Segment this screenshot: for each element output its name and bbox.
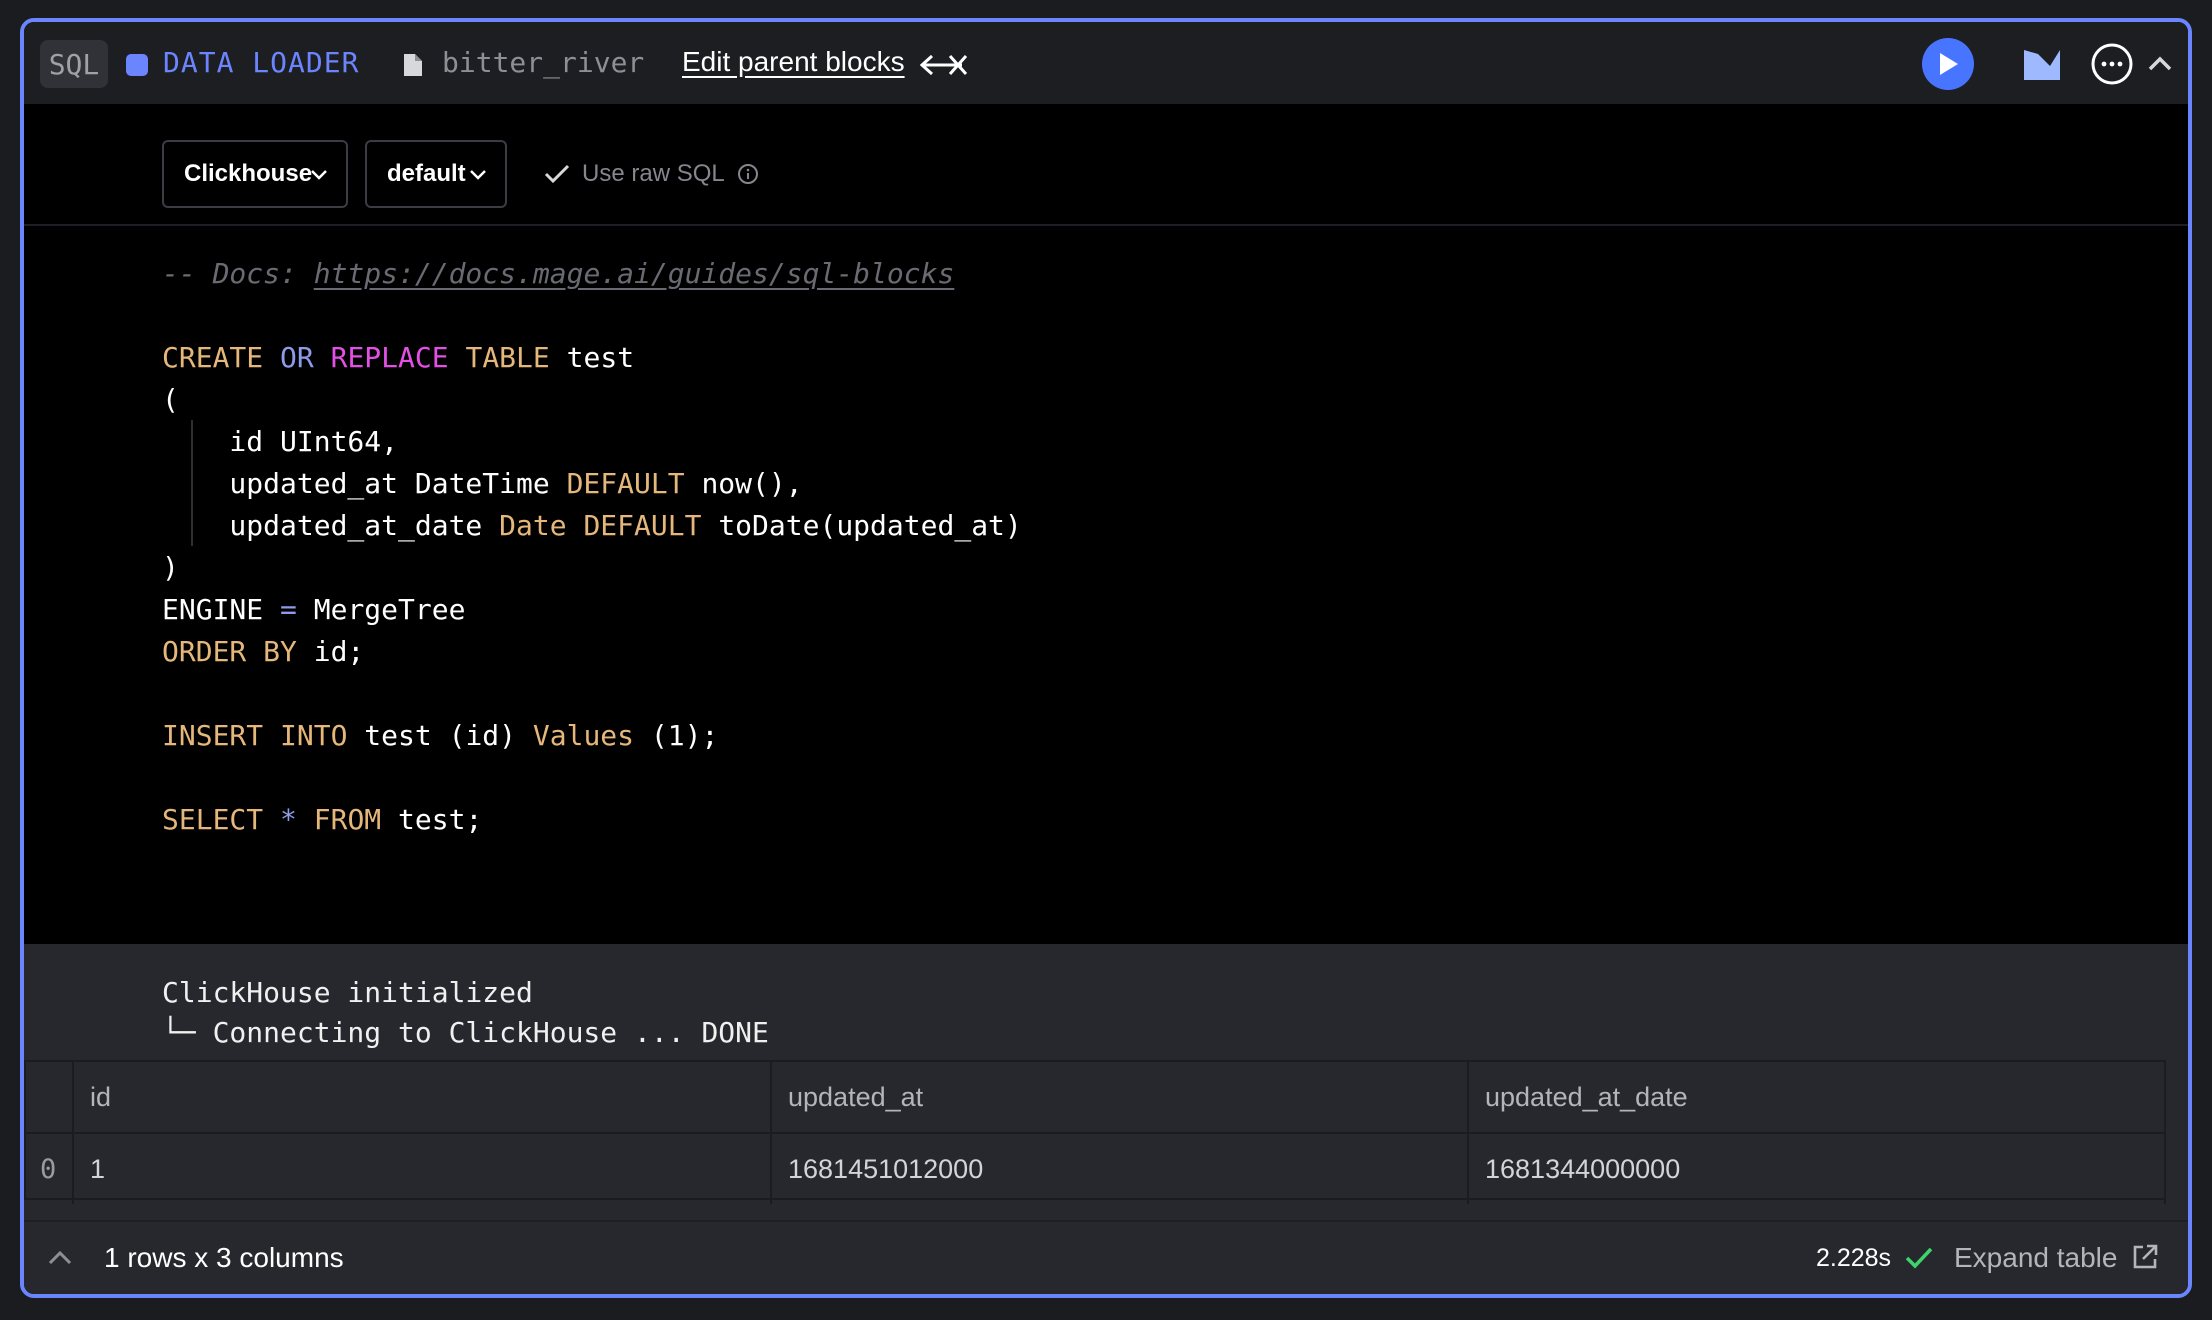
block-type-color-icon — [126, 54, 148, 76]
table-index-header — [26, 1062, 74, 1132]
table-header-cell[interactable]: id — [74, 1062, 772, 1132]
block-footer: 1 rows x 3 columns 2.228s Expand table — [24, 1220, 2188, 1294]
table-cell[interactable]: 1681344000000 — [1469, 1134, 2166, 1204]
profile-select[interactable]: default — [365, 140, 507, 208]
block-name[interactable]: bitter_river — [442, 46, 644, 79]
table-header-cell[interactable]: updated_at — [772, 1062, 1469, 1132]
code-line: ORDER BY id; — [162, 635, 365, 668]
code-line: ) — [162, 551, 179, 584]
code-line: id UInt64, — [162, 425, 399, 458]
output-table: id updated_at updated_at_date 0 1 168145… — [24, 1060, 2166, 1204]
chart-icon[interactable] — [2020, 44, 2064, 84]
chevron-up-icon[interactable] — [46, 1246, 74, 1268]
success-check-icon — [1905, 1247, 1933, 1269]
code-editor[interactable]: -- Docs: https://docs.mage.ai/guides/sql… — [24, 226, 2188, 944]
info-icon[interactable] — [737, 163, 759, 185]
data-provider-value: Clickhouse — [184, 160, 313, 187]
file-icon — [404, 54, 422, 76]
use-raw-sql-checkbox[interactable]: Use raw SQL — [544, 160, 759, 188]
chevron-up-icon[interactable] — [2144, 48, 2176, 80]
table-cell[interactable]: 1681451012000 — [772, 1134, 1469, 1204]
checkmark-icon — [544, 164, 570, 184]
code-line: ( — [162, 383, 179, 416]
table-cell[interactable]: 1 — [74, 1134, 772, 1204]
code-line-docs: -- Docs: https://docs.mage.ai/guides/sql… — [162, 257, 955, 290]
open-external-icon[interactable] — [2130, 1242, 2160, 1272]
block-settings-bar: Clickhouse default Use raw SQL — [24, 104, 2188, 226]
run-block-button[interactable] — [1922, 38, 1974, 90]
more-options-icon[interactable] — [2090, 42, 2134, 86]
indent-guide — [191, 420, 193, 546]
chevron-down-icon — [470, 170, 486, 180]
play-icon — [1940, 53, 1958, 75]
code-line: INSERT INTO test (id) Values (1); — [162, 719, 719, 752]
table-row-index: 0 — [26, 1134, 74, 1204]
expand-table-button[interactable]: Expand table — [1954, 1242, 2117, 1274]
language-badge: SQL — [40, 40, 108, 88]
code-line: updated_at DateTime DEFAULT now(), — [162, 467, 803, 500]
edit-parent-blocks-link[interactable]: Edit parent blocks — [682, 46, 905, 78]
docs-link[interactable]: https://docs.mage.ai/guides/sql-blocks — [314, 257, 955, 290]
block-type-label: DATA LOADER — [163, 46, 360, 79]
block-output: ClickHouse initialized └─ Connecting to … — [24, 944, 2188, 1244]
connect-parents-icon[interactable] — [920, 50, 972, 80]
data-provider-select[interactable]: Clickhouse — [162, 140, 348, 208]
code-line: updated_at_date Date DEFAULT toDate(upda… — [162, 509, 1022, 542]
code-line: ENGINE = MergeTree — [162, 593, 466, 626]
block-header: SQL DATA LOADER bitter_river Edit parent… — [24, 22, 2188, 104]
code-line: CREATE OR REPLACE TABLE test — [162, 341, 635, 374]
table-header-cell[interactable]: updated_at_date — [1469, 1062, 2166, 1132]
output-log-line: └─ Connecting to ClickHouse ... DONE — [162, 1016, 769, 1049]
sql-block: SQL DATA LOADER bitter_river Edit parent… — [20, 18, 2192, 1298]
chevron-down-icon — [311, 170, 327, 180]
profile-value: default — [387, 160, 466, 187]
code-line: SELECT * FROM test; — [162, 803, 483, 836]
use-raw-sql-label: Use raw SQL — [582, 160, 725, 187]
output-log-line: ClickHouse initialized — [162, 976, 533, 1009]
row-column-summary: 1 rows x 3 columns — [104, 1242, 344, 1273]
execution-duration: 2.228s — [1816, 1244, 1892, 1272]
